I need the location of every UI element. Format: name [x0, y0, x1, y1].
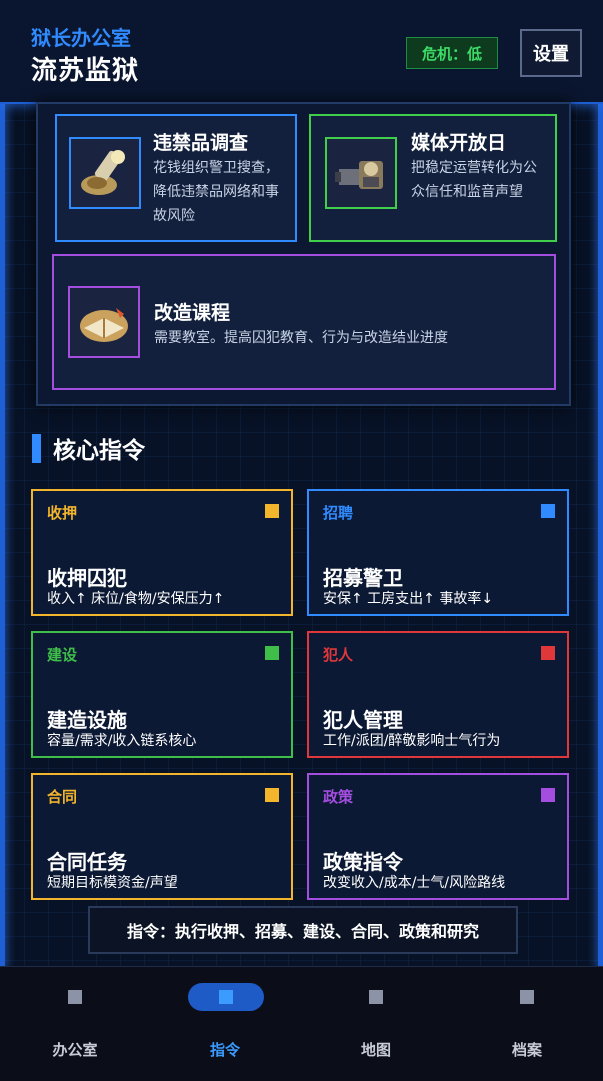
nav-label: 档案 — [511, 1041, 542, 1059]
left-glow-edge — [0, 100, 5, 970]
command-desc: 收入↑ 床位/食物/安保压力↑ — [47, 591, 225, 607]
nav-item-archive[interactable]: 档案 — [452, 967, 602, 1081]
command-desc: 改变收入/成本/士气/风险路线 — [323, 875, 506, 891]
command-card-recruit[interactable]: 招聘 招募警卫 安保↑ 工房支出↑ 事故率↓ — [307, 489, 569, 616]
command-title: 政策指令 — [323, 850, 403, 874]
category-square-icon — [541, 646, 555, 660]
command-hint-bar: 指令：执行收押、招募、建设、合同、政策和研究 — [88, 906, 518, 954]
command-desc: 工作/派团/醉敬影响士气行为 — [323, 733, 501, 749]
command-card-policy[interactable]: 政策 政策指令 改变收入/成本/士气/风险路线 — [307, 773, 569, 900]
danger-level-badge: 危机：低 — [406, 37, 498, 69]
command-title: 建造设施 — [47, 708, 127, 732]
command-category: 政策 — [323, 788, 354, 806]
research-desc: 需要教室。提高囚犯教育、行为与改造结业进度 — [154, 330, 448, 346]
category-square-icon — [265, 788, 279, 802]
command-desc: 短期目标模资金/声望 — [47, 875, 178, 891]
office-square-icon — [68, 990, 82, 1004]
research-title: 改造课程 — [154, 302, 231, 324]
research-title: 违禁品调查 — [153, 132, 249, 154]
prison-name: 流苏监狱 — [31, 56, 140, 86]
archive-square-icon — [520, 990, 534, 1004]
category-square-icon — [265, 646, 279, 660]
command-title: 犯人管理 — [323, 708, 403, 732]
command-card-inmates[interactable]: 犯人 犯人管理 工作/派团/醉敬影响士气行为 — [307, 631, 569, 758]
bottom-nav: 办公室 指令 地图 档案 — [0, 966, 603, 1081]
category-square-icon — [541, 788, 555, 802]
nav-label: 地图 — [360, 1041, 391, 1059]
research-title: 媒体开放日 — [411, 132, 507, 154]
command-title: 收押囚犯 — [47, 566, 127, 590]
camera-icon — [325, 137, 397, 209]
command-title: 合同任务 — [47, 850, 127, 874]
command-category: 合同 — [47, 788, 78, 806]
command-category: 招聘 — [323, 504, 354, 522]
research-card-contraband[interactable]: 违禁品调查 花钱组织警卫搜查，降低违禁品网络和事故风险 — [55, 114, 297, 242]
command-category: 建设 — [47, 646, 78, 664]
category-square-icon — [265, 504, 279, 518]
map-square-icon — [369, 990, 383, 1004]
nav-item-commands[interactable]: 指令 — [150, 967, 300, 1081]
nav-item-office[interactable]: 办公室 — [0, 967, 150, 1081]
command-card-build[interactable]: 建设 建造设施 容量/需求/收入链系核心 — [31, 631, 293, 758]
command-desc: 容量/需求/收入链系核心 — [47, 733, 197, 749]
commands-square-icon — [219, 990, 233, 1004]
nav-label: 办公室 — [52, 1041, 98, 1059]
office-label: 狱长办公室 — [31, 26, 131, 50]
command-title: 招募警卫 — [323, 566, 403, 590]
command-category: 犯人 — [323, 646, 354, 664]
book-icon — [68, 286, 140, 358]
section-title: 核心指令 — [53, 438, 145, 464]
top-header: 狱长办公室 流苏监狱 危机：低 设置 — [0, 0, 603, 104]
flashlight-icon — [69, 137, 141, 209]
command-card-intake[interactable]: 收押 收押囚犯 收入↑ 床位/食物/安保压力↑ — [31, 489, 293, 616]
command-category: 收押 — [47, 504, 78, 522]
right-glow-edge — [598, 100, 603, 970]
section-marker — [32, 434, 41, 463]
research-card-reform-course[interactable]: 改造课程 需要教室。提高囚犯教育、行为与改造结业进度 — [52, 254, 556, 390]
settings-button[interactable]: 设置 — [520, 29, 582, 77]
command-desc: 安保↑ 工房支出↑ 事故率↓ — [323, 591, 494, 607]
command-card-contract[interactable]: 合同 合同任务 短期目标模资金/声望 — [31, 773, 293, 900]
nav-label: 指令 — [209, 1041, 240, 1059]
research-panel: 违禁品调查 花钱组织警卫搜查，降低违禁品网络和事故风险 媒体开放日 把稳定运营转… — [36, 102, 571, 406]
active-pill — [188, 983, 264, 1011]
category-square-icon — [541, 504, 555, 518]
research-card-media-day[interactable]: 媒体开放日 把稳定运营转化为公众信任和监音声望 — [309, 114, 557, 242]
nav-item-map[interactable]: 地图 — [301, 967, 451, 1081]
research-desc: 花钱组织警卫搜查，降低违禁品网络和事故风险 — [153, 160, 279, 224]
research-desc: 把稳定运营转化为公众信任和监音声望 — [411, 160, 537, 200]
